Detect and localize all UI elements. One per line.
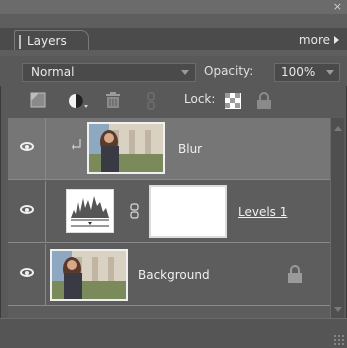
chevron-right-icon xyxy=(334,36,339,44)
chevron-down-icon xyxy=(181,70,189,75)
more-label: more xyxy=(298,33,330,47)
opacity-label: Opacity: xyxy=(204,64,254,78)
layer-mask-thumbnail xyxy=(149,185,227,238)
blend-mode-value: Normal xyxy=(31,65,75,79)
layer-thumbnail-background xyxy=(50,249,128,301)
visibility-toggle-blur[interactable] xyxy=(8,118,46,180)
layers-scrollbar[interactable] xyxy=(330,118,344,318)
adjustment-layer-icon[interactable] xyxy=(67,92,89,110)
close-icon[interactable]: × xyxy=(333,0,342,14)
mask-link-icon[interactable] xyxy=(130,203,140,219)
layer-row-blur[interactable] xyxy=(8,118,330,180)
visibility-toggle-levels[interactable] xyxy=(8,181,46,243)
panel-footer xyxy=(0,318,347,348)
lock-transparency-icon[interactable] xyxy=(224,92,242,110)
lock-label: Lock: xyxy=(184,92,216,106)
eye-icon xyxy=(20,205,34,214)
levels-adjustment-thumbnail xyxy=(66,189,114,233)
layer-name-blur[interactable]: Blur xyxy=(178,142,202,156)
tab-layers-label: Layers xyxy=(27,34,67,48)
scroll-up-icon[interactable] xyxy=(334,126,342,131)
trash-icon[interactable] xyxy=(104,92,122,110)
link-icon[interactable] xyxy=(146,92,156,110)
visibility-toggle-background[interactable] xyxy=(8,244,46,306)
chevron-down-icon xyxy=(326,70,334,75)
lock-all-icon[interactable] xyxy=(255,92,273,110)
more-menu-button[interactable]: more xyxy=(299,33,339,47)
opacity-field[interactable]: 100% xyxy=(274,63,340,82)
eye-icon xyxy=(20,268,34,277)
new-layer-icon[interactable] xyxy=(30,92,48,108)
panel-titlebar: × xyxy=(0,0,347,14)
layer-name-background[interactable]: Background xyxy=(138,268,210,282)
blend-mode-select[interactable]: Normal xyxy=(22,63,196,82)
resize-grip-icon[interactable] xyxy=(333,334,345,346)
histogram-icon xyxy=(71,196,109,227)
woman-photo-thumbnail xyxy=(89,124,163,172)
eye-icon xyxy=(20,142,34,151)
clip-arrow-icon xyxy=(72,139,81,150)
opacity-value: 100% xyxy=(281,65,316,79)
lock-icon xyxy=(288,265,302,283)
woman-photo-thumbnail xyxy=(52,251,126,299)
layer-name-levels[interactable]: Levels 1 xyxy=(238,205,287,219)
tab-layers[interactable]: Layers xyxy=(14,30,89,50)
scroll-down-icon[interactable] xyxy=(334,307,342,312)
layer-thumbnail-blur xyxy=(87,122,165,174)
